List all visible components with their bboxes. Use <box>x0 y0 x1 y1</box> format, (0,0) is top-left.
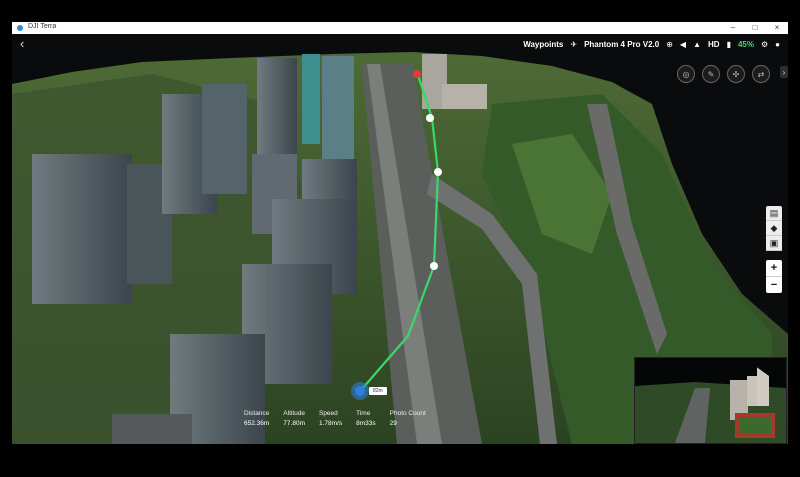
zoom-in-icon[interactable]: + <box>766 260 782 277</box>
rc-signal-icon: ▲ <box>693 39 701 49</box>
model-view-icon[interactable]: ◆ <box>766 221 782 236</box>
maximize-button[interactable]: □ <box>744 22 766 34</box>
aircraft-icon: ✈ <box>570 39 578 49</box>
drone-icon[interactable]: ✣ <box>727 65 745 83</box>
camera-preview[interactable] <box>634 357 787 444</box>
stat-time: Time 8m33s <box>356 410 376 427</box>
battery-icon: ▮ <box>726 39 731 49</box>
app-logo-icon <box>17 25 23 31</box>
view-toolbar: ▤ ◆ ▣ <box>766 206 782 251</box>
window-titlebar: DJI Terra – □ × <box>12 22 788 34</box>
gps-signal-icon: ⊕ <box>666 39 673 49</box>
stat-altitude: Altitude 77.80m <box>283 410 305 427</box>
map-3d-viewport[interactable]: 82m ‹ Waypoints ✈ Phantom 4 Pro V2.0 ⊕ ◀… <box>12 34 788 444</box>
window-title: DJI Terra <box>28 23 57 30</box>
edit-route-icon[interactable]: ✎ <box>702 65 720 83</box>
aircraft-model[interactable]: Phantom 4 Pro V2.0 <box>584 40 659 49</box>
user-icon[interactable]: ● <box>775 40 780 49</box>
map-layer-icon[interactable]: ◎ <box>677 65 695 83</box>
stat-speed: Speed 1.78m/s <box>318 410 343 427</box>
battery-percent: 45% <box>737 39 754 49</box>
layers-icon[interactable]: ▤ <box>766 206 782 221</box>
waypoint-height-tag: 82m <box>369 387 387 395</box>
reverse-route-icon[interactable]: ⇄ <box>752 65 770 83</box>
back-arrow-icon[interactable]: ‹ <box>20 37 24 51</box>
flight-stats: Distance 652.36m Altitude 77.80m Speed 1… <box>244 410 426 427</box>
zoom-control: + − <box>766 260 782 293</box>
cube-icon[interactable]: ▣ <box>766 236 782 251</box>
stat-distance: Distance 652.36m <box>244 410 270 427</box>
stat-photo-count: Photo Count 29 <box>389 410 426 427</box>
mode-label[interactable]: Waypoints <box>523 40 563 49</box>
minimize-button[interactable]: – <box>722 22 744 34</box>
zoom-out-icon[interactable]: − <box>766 277 782 293</box>
top-bar: ‹ Waypoints ✈ Phantom 4 Pro V2.0 ⊕ ◀ ▲ H… <box>12 34 788 54</box>
speaker-icon: ◀ <box>679 39 687 49</box>
camera-preview-image <box>635 358 786 443</box>
settings-gear-icon[interactable]: ⚙ <box>761 40 768 49</box>
close-button[interactable]: × <box>766 22 788 34</box>
collapse-panel-icon[interactable]: › <box>780 66 788 78</box>
video-quality: HD <box>708 39 720 49</box>
